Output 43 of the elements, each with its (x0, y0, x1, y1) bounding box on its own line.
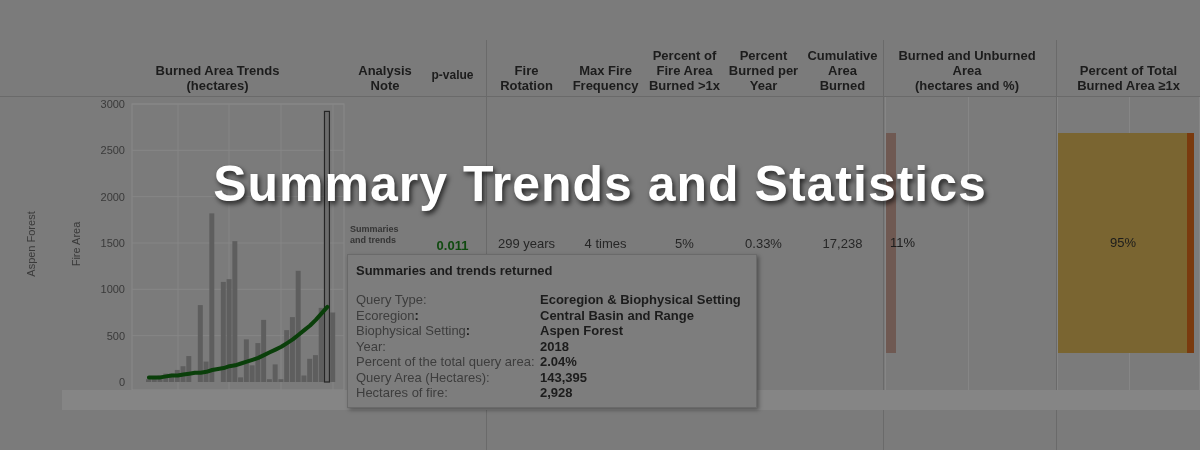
tooltip-label: Hectares of fire: (356, 385, 449, 401)
tooltip-value: 143,395 (540, 369, 588, 385)
axis-tick-label: 2000 (100, 190, 125, 203)
table-cell: 0.33% (745, 236, 782, 251)
column-header: Fire Rotation (500, 63, 553, 95)
tooltip-label: Biophysical Setting: (356, 323, 472, 339)
axis-tick-label: 2500 (100, 144, 125, 157)
tooltip-label: Ecoregion: (356, 307, 420, 323)
tooltip-value: Ecoregion & Biophysical Setting (540, 292, 742, 308)
tooltip-value: Aspen Forest (540, 323, 625, 339)
row-label: Aspen Forest (25, 210, 37, 277)
bar-label: 95% (1110, 235, 1137, 250)
table-cell: 17,238 (822, 236, 863, 251)
column-header: Max Fire Frequency (572, 63, 639, 95)
tooltip-value: Central Basin and Range (540, 307, 695, 323)
tooltip-value: 2.04% (540, 354, 578, 370)
column-header: Cumulative Area Burned (807, 48, 878, 95)
table-cell: 5% (675, 236, 694, 251)
tooltip-label: Query Type: (356, 292, 428, 308)
axis-tick-label: 0 (118, 376, 125, 388)
column-header: Percent of Total Burned Area ≥1x (1077, 63, 1180, 95)
column-header: Percent of Fire Area Burned >1x (648, 48, 721, 95)
table-cell: 299 years (497, 236, 556, 251)
row-label: Fire Area (70, 221, 82, 266)
tooltip-label: Query Area (Hectares): (356, 369, 491, 385)
axis-tick-label: 1500 (100, 237, 125, 249)
column-header: Analysis Note (358, 63, 412, 95)
column-header: Burned Area Trends (hectares) (155, 63, 280, 95)
column-header: p-value (431, 68, 474, 84)
axis-tick-label: 500 (106, 329, 125, 342)
tooltip-value: 2,928 (540, 385, 574, 401)
tooltip-label: Year: (356, 338, 387, 354)
tooltip-title: Summaries and trends returned (356, 263, 554, 278)
table-cell: 0.011 (436, 238, 469, 253)
bar-label: 11% (890, 235, 916, 250)
tooltip-label: Percent of the total query area: (356, 354, 536, 370)
tooltip-value: 2018 (540, 338, 570, 354)
axis-tick-label: 3000 (100, 98, 125, 110)
axis-tick-label: 1000 (100, 283, 125, 296)
column-header: Burned and Unburned Area (hectares and %) (898, 48, 1036, 95)
column-header: Percent Burned per Year (728, 48, 799, 95)
table-cell: 4 times (584, 236, 627, 251)
table-cell: Summaries and trends (350, 224, 399, 246)
